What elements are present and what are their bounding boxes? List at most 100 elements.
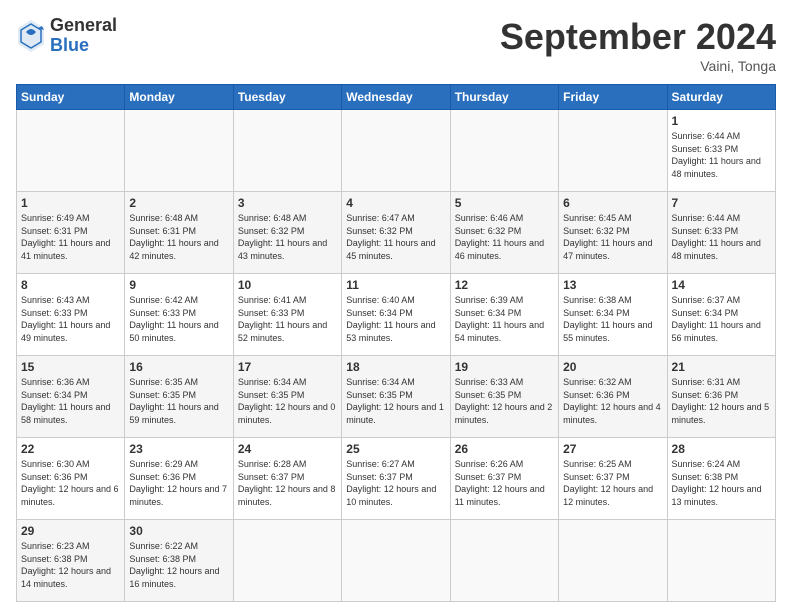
day-number: 1	[21, 196, 120, 210]
day-number: 26	[455, 442, 554, 456]
calendar-cell: 18 Sunrise: 6:34 AMSunset: 6:35 PMDayligh…	[342, 356, 450, 438]
day-info: Sunrise: 6:24 AMSunset: 6:38 PMDaylight:…	[672, 458, 771, 508]
day-header-sunday: Sunday	[17, 85, 125, 110]
day-number: 8	[21, 278, 120, 292]
day-number: 4	[346, 196, 445, 210]
logo-text: General Blue	[50, 16, 117, 56]
calendar-cell: 22 Sunrise: 6:30 AMSunset: 6:36 PMDayligh…	[17, 438, 125, 520]
calendar-cell: 7 Sunrise: 6:44 AMSunset: 6:33 PMDaylight…	[667, 192, 775, 274]
day-number: 3	[238, 196, 337, 210]
day-info: Sunrise: 6:48 AMSunset: 6:32 PMDaylight:…	[238, 212, 337, 262]
day-number: 16	[129, 360, 228, 374]
day-info: Sunrise: 6:23 AMSunset: 6:38 PMDaylight:…	[21, 540, 120, 590]
calendar-cell: 25Sunrise: 6:27 AMSunset: 6:37 PMDayligh…	[342, 438, 450, 520]
logo-blue: Blue	[50, 36, 117, 56]
calendar-cell: 24 Sunrise: 6:28 AMSunset: 6:37 PMDayligh…	[233, 438, 341, 520]
day-info: Sunrise: 6:42 AMSunset: 6:33 PMDaylight:…	[129, 294, 228, 344]
logo-general: General	[50, 16, 117, 36]
calendar-cell: 14 Sunrise: 6:37 AMSunset: 6:34 PMDayligh…	[667, 274, 775, 356]
day-info: Sunrise: 6:39 AMSunset: 6:34 PMDaylight:…	[455, 294, 554, 344]
calendar-cell	[342, 110, 450, 192]
calendar-cell	[450, 520, 558, 602]
day-number: 22	[21, 442, 120, 456]
page: General Blue September 2024 Vaini, Tonga…	[0, 0, 792, 612]
day-info: Sunrise: 6:26 AMSunset: 6:37 PMDaylight:…	[455, 458, 554, 508]
month-title: September 2024	[500, 16, 776, 58]
day-number: 18	[346, 360, 445, 374]
calendar-cell	[667, 520, 775, 602]
calendar-cell: 15Sunrise: 6:36 AMSunset: 6:34 PMDayligh…	[17, 356, 125, 438]
day-number: 14	[672, 278, 771, 292]
location-subtitle: Vaini, Tonga	[500, 58, 776, 74]
day-number: 9	[129, 278, 228, 292]
day-info: Sunrise: 6:32 AMSunset: 6:36 PMDaylight:…	[563, 376, 662, 426]
day-info: Sunrise: 6:48 AMSunset: 6:31 PMDaylight:…	[129, 212, 228, 262]
calendar-cell: 2 Sunrise: 6:48 AMSunset: 6:31 PMDaylight…	[125, 192, 233, 274]
day-info: Sunrise: 6:41 AMSunset: 6:33 PMDaylight:…	[238, 294, 337, 344]
calendar-cell	[559, 520, 667, 602]
calendar-cell: 16 Sunrise: 6:35 AMSunset: 6:35 PMDayligh…	[125, 356, 233, 438]
calendar-cell	[125, 110, 233, 192]
calendar-cell	[233, 110, 341, 192]
calendar-cell: 23Sunrise: 6:29 AMSunset: 6:36 PMDayligh…	[125, 438, 233, 520]
day-info: Sunrise: 6:25 AMSunset: 6:37 PMDaylight:…	[563, 458, 662, 508]
day-info: Sunrise: 6:22 AMSunset: 6:38 PMDaylight:…	[129, 540, 228, 590]
day-number: 7	[672, 196, 771, 210]
day-number: 30	[129, 524, 228, 538]
day-number: 25	[346, 442, 445, 456]
calendar-cell: 30 Sunrise: 6:22 AMSunset: 6:38 PMDayligh…	[125, 520, 233, 602]
day-header-friday: Friday	[559, 85, 667, 110]
calendar-cell: 27Sunrise: 6:25 AMSunset: 6:37 PMDayligh…	[559, 438, 667, 520]
day-number: 19	[455, 360, 554, 374]
day-info: Sunrise: 6:35 AMSunset: 6:35 PMDaylight:…	[129, 376, 228, 426]
calendar-cell: 21Sunrise: 6:31 AMSunset: 6:36 PMDayligh…	[667, 356, 775, 438]
calendar-cell	[559, 110, 667, 192]
calendar-cell	[17, 110, 125, 192]
day-info: Sunrise: 6:30 AMSunset: 6:36 PMDaylight:…	[21, 458, 120, 508]
day-info: Sunrise: 6:43 AMSunset: 6:33 PMDaylight:…	[21, 294, 120, 344]
day-info: Sunrise: 6:38 AMSunset: 6:34 PMDaylight:…	[563, 294, 662, 344]
day-info: Sunrise: 6:47 AMSunset: 6:32 PMDaylight:…	[346, 212, 445, 262]
day-info: Sunrise: 6:34 AMSunset: 6:35 PMDaylight:…	[346, 376, 445, 426]
day-number: 11	[346, 278, 445, 292]
day-number: 24	[238, 442, 337, 456]
day-info: Sunrise: 6:45 AMSunset: 6:32 PMDaylight:…	[563, 212, 662, 262]
day-info: Sunrise: 6:28 AMSunset: 6:37 PMDaylight:…	[238, 458, 337, 508]
day-info: Sunrise: 6:44 AMSunset: 6:33 PMDaylight:…	[672, 212, 771, 262]
day-number: 28	[672, 442, 771, 456]
calendar-cell: 19Sunrise: 6:33 AMSunset: 6:35 PMDayligh…	[450, 356, 558, 438]
day-info: Sunrise: 6:49 AMSunset: 6:31 PMDaylight:…	[21, 212, 120, 262]
day-number: 12	[455, 278, 554, 292]
calendar-cell: 20 Sunrise: 6:32 AMSunset: 6:36 PMDayligh…	[559, 356, 667, 438]
calendar-cell: 29 Sunrise: 6:23 AMSunset: 6:38 PMDayligh…	[17, 520, 125, 602]
day-number: 1	[672, 114, 771, 128]
day-header-saturday: Saturday	[667, 85, 775, 110]
day-number: 6	[563, 196, 662, 210]
day-info: Sunrise: 6:34 AMSunset: 6:35 PMDaylight:…	[238, 376, 337, 426]
day-info: Sunrise: 6:31 AMSunset: 6:36 PMDaylight:…	[672, 376, 771, 426]
day-number: 13	[563, 278, 662, 292]
calendar-cell: 9 Sunrise: 6:42 AMSunset: 6:33 PMDaylight…	[125, 274, 233, 356]
day-number: 29	[21, 524, 120, 538]
day-header-wednesday: Wednesday	[342, 85, 450, 110]
calendar-cell: 5Sunrise: 6:46 AMSunset: 6:32 PMDaylight…	[450, 192, 558, 274]
header: General Blue September 2024 Vaini, Tonga	[16, 16, 776, 74]
day-number: 15	[21, 360, 120, 374]
day-number: 17	[238, 360, 337, 374]
calendar-cell	[233, 520, 341, 602]
calendar-cell: 28 Sunrise: 6:24 AMSunset: 6:38 PMDayligh…	[667, 438, 775, 520]
calendar-cell: 13 Sunrise: 6:38 AMSunset: 6:34 PMDayligh…	[559, 274, 667, 356]
day-header-tuesday: Tuesday	[233, 85, 341, 110]
calendar-cell: 8 Sunrise: 6:43 AMSunset: 6:33 PMDaylight…	[17, 274, 125, 356]
calendar-cell: 1 Sunrise: 6:49 AMSunset: 6:31 PMDaylight…	[17, 192, 125, 274]
calendar-cell: 1Sunrise: 6:44 AMSunset: 6:33 PMDaylight…	[667, 110, 775, 192]
day-number: 2	[129, 196, 228, 210]
calendar-cell: 17 Sunrise: 6:34 AMSunset: 6:35 PMDayligh…	[233, 356, 341, 438]
day-number: 10	[238, 278, 337, 292]
day-number: 23	[129, 442, 228, 456]
calendar-cell: 10 Sunrise: 6:41 AMSunset: 6:33 PMDayligh…	[233, 274, 341, 356]
calendar-cell: 4 Sunrise: 6:47 AMSunset: 6:32 PMDaylight…	[342, 192, 450, 274]
day-info: Sunrise: 6:37 AMSunset: 6:34 PMDaylight:…	[672, 294, 771, 344]
day-number: 20	[563, 360, 662, 374]
calendar-cell: 6 Sunrise: 6:45 AMSunset: 6:32 PMDaylight…	[559, 192, 667, 274]
